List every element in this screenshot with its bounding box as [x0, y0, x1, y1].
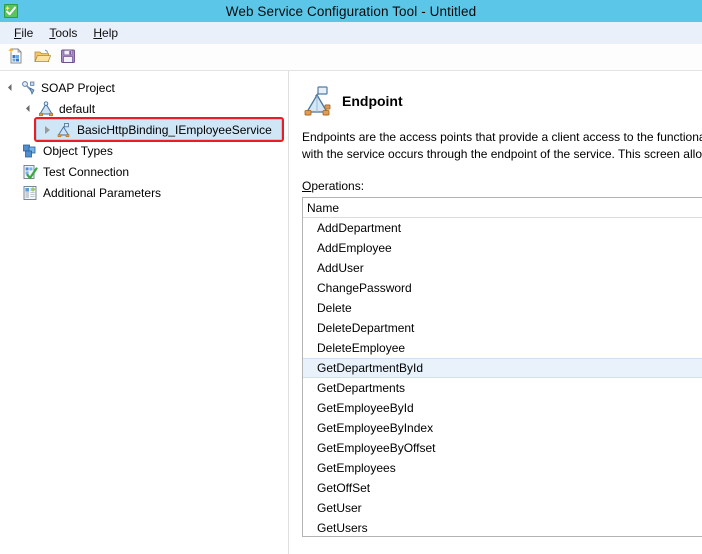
- list-item[interactable]: GetUsers: [303, 518, 702, 536]
- window-titlebar: Web Service Configuration Tool - Untitle…: [0, 0, 702, 22]
- chevron-down-icon[interactable]: [4, 81, 18, 95]
- list-item[interactable]: GetDepartments: [303, 378, 702, 398]
- operation-name: AddDepartment: [317, 221, 402, 235]
- project-tree: SOAP Project default BasicHttpBinding_IE…: [0, 77, 288, 203]
- tree-node-label: Additional Parameters: [43, 185, 162, 200]
- object-types-icon: [22, 143, 38, 159]
- operations-column-header[interactable]: Name: [303, 198, 702, 218]
- menu-item-file[interactable]: File: [6, 24, 41, 42]
- list-item[interactable]: GetEmployeeByIndex: [303, 418, 702, 438]
- page-title: Endpoint: [342, 93, 403, 109]
- tree-node-test-connection[interactable]: Test Connection: [0, 161, 288, 182]
- menu-item-tools[interactable]: Tools: [41, 24, 85, 42]
- list-item[interactable]: GetUser: [303, 498, 702, 518]
- tree-node-basichttpbinding-iemployeeservice[interactable]: BasicHttpBinding_IEmployeeService: [0, 117, 288, 142]
- tree-node-label: default: [59, 101, 96, 116]
- endpoint-details-pane: Endpoint Endpoints are the access points…: [293, 71, 702, 554]
- soap-project-icon: [20, 80, 36, 96]
- list-item[interactable]: ChangePassword: [303, 278, 702, 298]
- save-floppy-icon: [59, 47, 77, 68]
- window-title: Web Service Configuration Tool - Untitle…: [225, 3, 477, 19]
- operation-name: DeleteDepartment: [317, 321, 415, 335]
- save-button[interactable]: [57, 46, 79, 68]
- endpoint-description: Endpoints are the access points that pro…: [302, 130, 702, 161]
- new-icon: [7, 47, 25, 68]
- operation-name: GetDepartmentById: [317, 361, 424, 375]
- operation-name: AddUser: [317, 261, 364, 275]
- list-item[interactable]: AddEmployee: [303, 238, 702, 258]
- operation-name: GetOffSet: [317, 481, 371, 495]
- column-header-name: Name: [307, 200, 340, 215]
- list-item-selected[interactable]: GetDepartmentById: [303, 358, 702, 378]
- operation-name: AddEmployee: [317, 241, 392, 255]
- toolbar: [0, 44, 702, 71]
- list-item[interactable]: AddUser: [303, 258, 702, 278]
- tree-node-label: BasicHttpBinding_IEmployeeService: [77, 122, 272, 137]
- operation-name: GetUser: [317, 501, 362, 515]
- additional-parameters-icon: [22, 185, 38, 201]
- project-tree-pane: SOAP Project default BasicHttpBinding_IE…: [0, 71, 288, 554]
- list-item[interactable]: GetEmployees: [303, 458, 702, 478]
- operation-name: GetEmployeeByOffset: [317, 441, 436, 455]
- list-item[interactable]: DeleteEmployee: [303, 338, 702, 358]
- list-item[interactable]: DeleteDepartment: [303, 318, 702, 338]
- tree-node-additional-parameters[interactable]: Additional Parameters: [0, 182, 288, 203]
- tree-node-object-types[interactable]: Object Types: [0, 140, 288, 161]
- operations-label: Operations:: [302, 179, 365, 193]
- operation-name: GetUsers: [317, 521, 368, 535]
- operation-name: GetEmployees: [317, 461, 396, 475]
- tree-node-label: SOAP Project: [41, 80, 115, 95]
- endpoint-icon: [302, 85, 334, 117]
- endpoint-header: Endpoint: [302, 85, 702, 117]
- menu-bar: File Tools Help: [0, 22, 702, 44]
- operation-name: DeleteEmployee: [317, 341, 406, 355]
- service-icon: [38, 100, 54, 117]
- operation-name: Delete: [317, 301, 352, 315]
- menu-item-help[interactable]: Help: [85, 24, 126, 42]
- operations-rows: AddDepartment AddEmployee AddUser Change…: [303, 218, 702, 536]
- new-button[interactable]: [5, 46, 27, 68]
- endpoint-small-icon: [56, 122, 72, 138]
- operation-name: ChangePassword: [317, 281, 412, 295]
- main-split: SOAP Project default BasicHttpBinding_IE…: [0, 71, 702, 554]
- operation-name: GetEmployeeById: [317, 401, 414, 415]
- chevron-right-icon[interactable]: [40, 123, 54, 137]
- list-item[interactable]: GetOffSet: [303, 478, 702, 498]
- tree-node-label: Test Connection: [43, 164, 130, 179]
- operation-name: GetDepartments: [317, 381, 406, 395]
- list-item[interactable]: AddDepartment: [303, 218, 702, 238]
- tree-node-default[interactable]: default: [0, 98, 288, 119]
- list-item[interactable]: GetEmployeeByOffset: [303, 438, 702, 458]
- test-connection-icon: [22, 164, 38, 180]
- list-item[interactable]: GetEmployeeById: [303, 398, 702, 418]
- open-folder-icon: [33, 47, 52, 68]
- tree-node-soap-project[interactable]: SOAP Project: [0, 77, 288, 98]
- tree-node-label: Object Types: [43, 143, 113, 158]
- list-item[interactable]: Delete: [303, 298, 702, 318]
- operations-list[interactable]: Name AddDepartment AddEmployee AddUser C…: [302, 197, 702, 537]
- chevron-down-icon[interactable]: [22, 102, 36, 116]
- open-button[interactable]: [31, 46, 53, 68]
- operation-name: GetEmployeeByIndex: [317, 421, 434, 435]
